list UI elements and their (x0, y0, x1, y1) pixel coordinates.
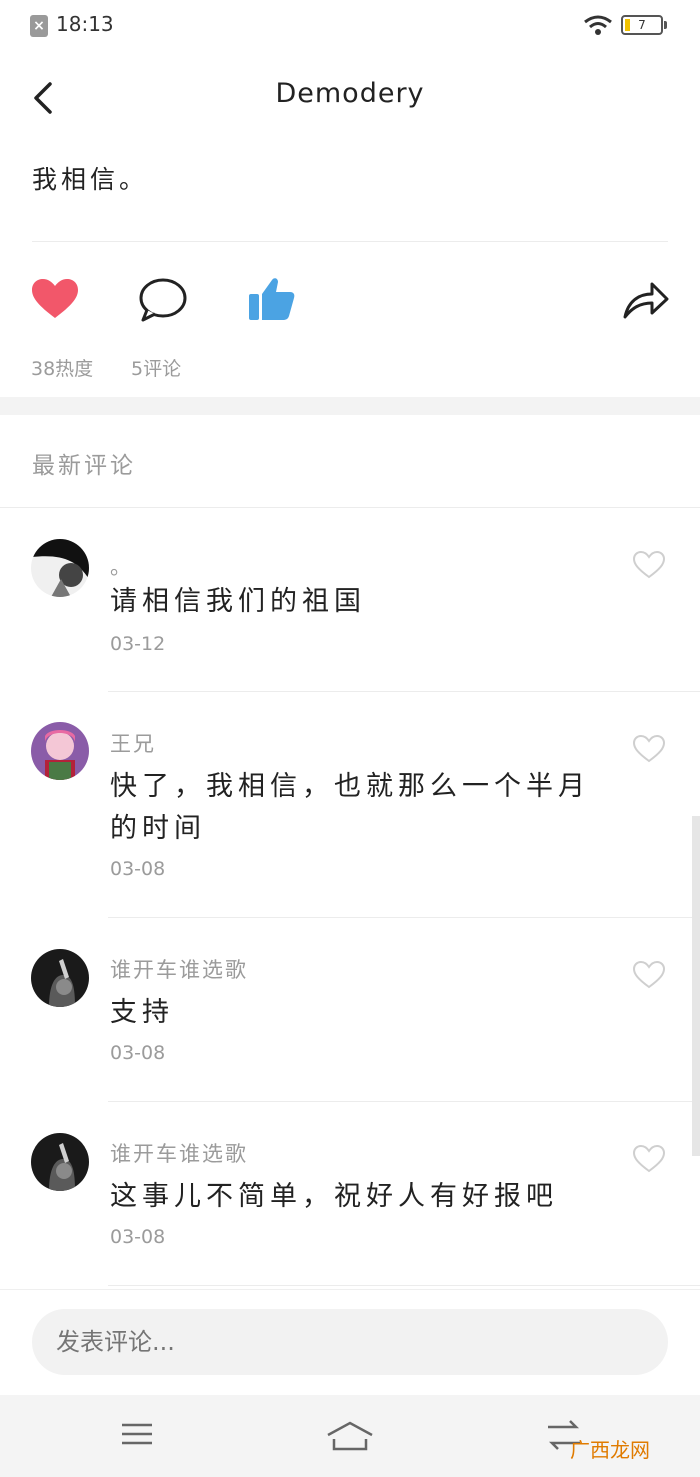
comment-user: 。 (110, 555, 133, 579)
divider (32, 241, 668, 242)
comment-user: 谁开车谁选歌 (110, 1142, 248, 1166)
top-bar: Demodery (0, 60, 700, 136)
comment-user: 谁开车谁选歌 (110, 958, 248, 982)
heart-outline-icon[interactable] (633, 961, 665, 989)
avatar[interactable] (31, 539, 89, 597)
comment-user: 王兄 (110, 732, 156, 756)
divider (108, 1101, 700, 1102)
section-title: 最新评论 (32, 453, 136, 479)
status-time: 18:13 (56, 12, 114, 36)
wifi-icon (584, 15, 612, 35)
avatar[interactable] (31, 722, 89, 780)
watermark: 广西龙网 (570, 1438, 650, 1462)
home-icon[interactable] (326, 1419, 374, 1453)
section-gap (0, 397, 700, 415)
divider (108, 691, 700, 692)
post-text: 我相信。 (32, 165, 149, 194)
comment-date: 03-08 (110, 858, 166, 880)
heart-outline-icon[interactable] (633, 1145, 665, 1173)
status-bar: × 18:13 7 (0, 0, 700, 52)
comment-text: 请相信我们的祖国 (110, 586, 366, 617)
heart-outline-icon[interactable] (633, 551, 665, 579)
comment-date: 03-08 (110, 1226, 166, 1248)
page-title: Demodery (275, 78, 425, 109)
divider (0, 507, 700, 508)
heart-outline-icon[interactable] (633, 735, 665, 763)
battery-icon: 7 (621, 15, 663, 35)
comment-date: 03-12 (110, 633, 166, 655)
notification-icon: × (30, 15, 48, 37)
heat-count: 38热度 (31, 358, 94, 380)
comment-input[interactable] (32, 1309, 668, 1375)
menu-icon[interactable] (120, 1419, 154, 1449)
share-icon[interactable] (622, 280, 670, 320)
avatar[interactable] (31, 1133, 89, 1191)
divider (108, 1285, 700, 1286)
thumbs-up-icon[interactable] (248, 276, 296, 322)
comment-text: 快了，我相信，也就那么一个半月的时间 (110, 771, 590, 844)
avatar[interactable] (31, 949, 89, 1007)
comment-date: 03-08 (110, 1042, 166, 1064)
scrollbar[interactable] (692, 816, 700, 1156)
comment-text: 支持 (110, 997, 174, 1028)
comment-input-bar (0, 1289, 700, 1396)
battery-level: 7 (638, 18, 646, 32)
divider (108, 917, 700, 918)
comment-bubble-icon[interactable] (138, 277, 188, 323)
like-heart-icon[interactable] (31, 278, 79, 320)
comment-count: 5评论 (131, 358, 182, 380)
comment-text: 这事儿不简单，祝好人有好报吧 (110, 1181, 558, 1212)
